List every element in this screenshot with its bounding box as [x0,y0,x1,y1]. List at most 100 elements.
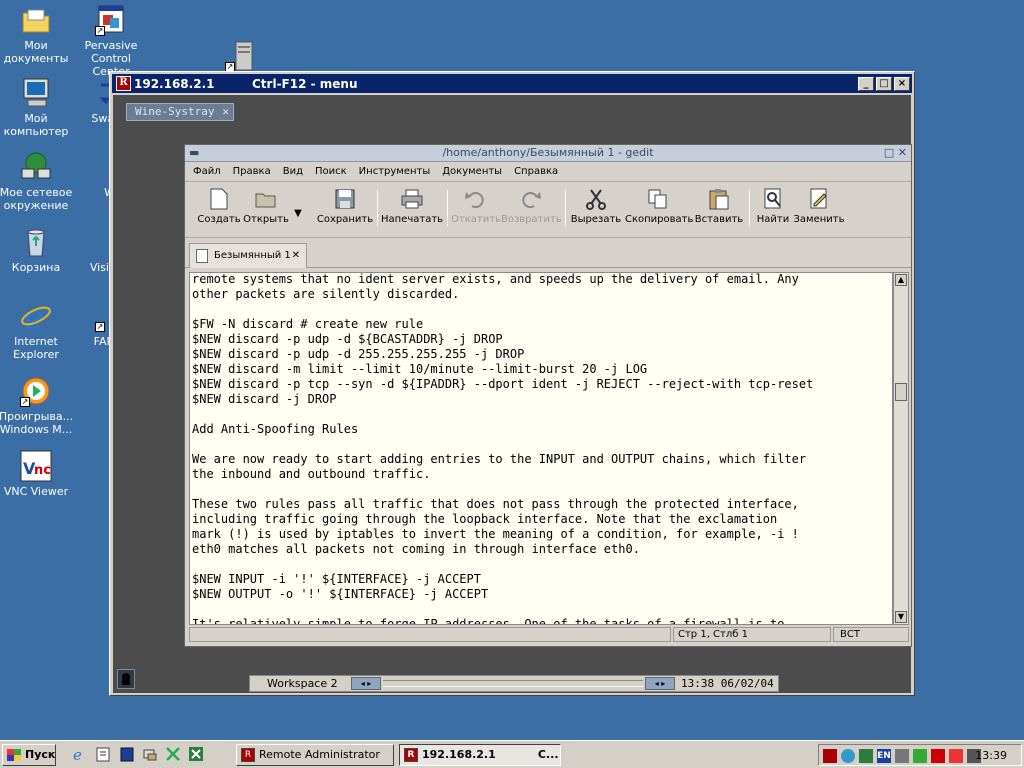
menu-search[interactable]: Поиск [311,162,355,181]
vertical-scrollbar[interactable]: ▲ ▼ [893,272,909,625]
internet-explorer-icon: e [20,298,52,336]
desktop-icon-label: Проигрыва... Windows M... [0,410,74,436]
redo-button[interactable]: Возвратить [501,186,562,225]
taskbar-clock: 13:39 [975,749,1007,762]
menu-view[interactable]: Вид [279,162,311,181]
desktop-icon-my-documents[interactable]: Мои документы [0,4,74,65]
paste-button[interactable]: Вставить [693,186,745,225]
workspace-label: Workspace 2 [267,677,338,690]
desktop-icon-ie[interactable]: e Internet Explorer [0,298,74,361]
window-title-ip: 192.168.2.1 [134,77,215,91]
close-tab-icon[interactable]: ✕ [292,244,300,268]
replace-icon [808,188,830,210]
shield-tray-icon[interactable] [841,749,855,763]
save-button[interactable]: Сохранить [315,186,375,225]
menu-edit[interactable]: Правка [229,162,279,181]
desktop-icon-label: Мой компьютер [3,112,69,138]
desktop-icon-wmp[interactable]: ↗ Проигрыва... Windows M... [0,375,74,436]
recycle-bin-icon [20,226,52,258]
new-button[interactable]: Создать [197,186,241,225]
minimize-button[interactable]: _ [858,77,874,91]
desktop-icon-label: VNC Viewer [3,485,69,498]
menu-file[interactable]: Файл [189,162,229,181]
taskbar: Пуск e R Remote Administrator R 192.168.… [0,740,1024,768]
wine-systray[interactable]: Wine-Systray ✕ [126,103,234,121]
editor-content[interactable]: remote systems that no ident server exis… [190,273,892,624]
desktop-icon-label: Internet Explorer [13,335,59,361]
print-button[interactable]: Напечатать [381,186,443,225]
cut-label: Вырезать [570,214,622,225]
maximize-button[interactable]: □ [876,77,892,91]
desktop-icon-server[interactable]: ↗ [203,40,279,75]
penguin-icon[interactable] [117,669,135,689]
update-tray-icon[interactable] [931,749,945,763]
window-menu-icon[interactable]: ▬ [189,145,199,161]
pager-arrows-right-icon[interactable]: ◂ ▸ [645,677,675,690]
start-button[interactable]: Пуск [2,744,56,766]
task-remote-session[interactable]: R 192.168.2.1 C... [399,744,561,766]
open-dropdown-arrow-icon[interactable]: ▼ [291,208,305,219]
cut-button[interactable]: Вырезать [569,186,623,225]
book-quicklaunch-icon[interactable] [119,746,135,762]
antivirus-tray-icon[interactable] [913,749,927,763]
tab-untitled-1[interactable]: Безымянный 1 ✕ [189,243,307,268]
panel-divider [383,680,643,687]
desktop-panel: Workspace 2 ◂ ▸ ◂ ▸ 13:38 06/02/04 [249,675,779,692]
find-button[interactable]: Найти [753,186,793,225]
save-label: Сохранить [316,214,374,225]
desktop-icon-recycle[interactable]: Корзина [0,226,74,274]
redo-icon [520,188,542,210]
pager-arrows-icon[interactable]: ◂ ▸ [351,677,381,690]
cursor-position: Стр 1, Стлб 1 [673,627,831,642]
open-button[interactable]: Открыть [243,186,289,225]
copy-button[interactable]: Скопировать [625,186,694,225]
scroll-thumb[interactable] [895,383,907,401]
gedit-window[interactable]: ▬ /home/anthony/Безымянный 1 - gedit □ ✕… [184,144,912,647]
app-window-icon: ↗ [95,4,127,36]
gedit-title-bar[interactable]: ▬ /home/anthony/Безымянный 1 - gedit □ ✕ [185,145,911,162]
language-indicator[interactable]: EN [877,749,891,763]
close-button[interactable]: × [894,77,910,91]
monitor-tray-icon[interactable] [895,749,909,763]
remote-admin-window[interactable]: R 192.168.2.1 Ctrl-F12 - menu _ □ × Wine… [109,71,915,696]
text-editor[interactable]: remote systems that no ident server exis… [189,272,893,625]
paste-icon [708,188,730,210]
save-icon [334,188,356,210]
scroll-up-arrow-icon[interactable]: ▲ [895,274,907,286]
copy-label: Скопировать [625,214,694,225]
radmin-app-icon: R [116,76,131,91]
ie-quicklaunch-icon[interactable]: e [72,746,88,762]
network-tray-icon[interactable] [859,749,873,763]
desktop-icon-pervasive[interactable]: ↗ Pervasive Control Center [73,4,149,78]
tab-label: Безымянный 1 [214,250,291,261]
notepad-quicklaunch-icon[interactable] [95,746,111,762]
desktop-icon-vnc[interactable]: Vnc VNC Viewer [0,450,74,498]
task-label: 192.168.2.1 C... [422,748,559,761]
folder-icon [20,4,52,36]
close-icon[interactable]: ✕ [222,104,229,120]
media-player-icon: ↗ [20,375,52,407]
menu-tools[interactable]: Инструменты [355,162,439,181]
remote-desktop-area[interactable]: Wine-Systray ✕ ▬ /home/anthony/Безымянны… [113,95,912,693]
task-remote-administrator[interactable]: R Remote Administrator [236,744,394,766]
excel-quicklaunch-icon[interactable] [188,746,204,762]
network-quicklaunch-icon[interactable] [142,746,158,762]
menu-documents[interactable]: Документы [438,162,510,181]
tools-quicklaunch-icon[interactable] [165,746,181,762]
redo-label: Возвратить [501,214,562,225]
title-bar[interactable]: R 192.168.2.1 Ctrl-F12 - menu _ □ × [112,74,912,93]
undo-icon [464,188,486,210]
svg-text:e: e [73,746,82,762]
alert-tray-icon[interactable] [949,749,963,763]
undo-button[interactable]: Откатить [451,186,501,225]
desktop-icon-my-computer[interactable]: Мой компьютер [0,77,74,138]
radmin-tray-icon[interactable] [823,749,837,763]
window-title-menu-hint: Ctrl-F12 - menu [252,77,358,91]
menu-help[interactable]: Справка [510,162,566,181]
desktop-icon-network[interactable]: Мое сетевое окружение [0,151,74,212]
window-buttons[interactable]: □ ✕ [884,145,907,161]
system-tray: EN 13:39 [818,744,1022,766]
replace-button[interactable]: Заменить [793,186,845,225]
find-label: Найти [756,214,790,225]
scroll-down-arrow-icon[interactable]: ▼ [895,611,907,623]
